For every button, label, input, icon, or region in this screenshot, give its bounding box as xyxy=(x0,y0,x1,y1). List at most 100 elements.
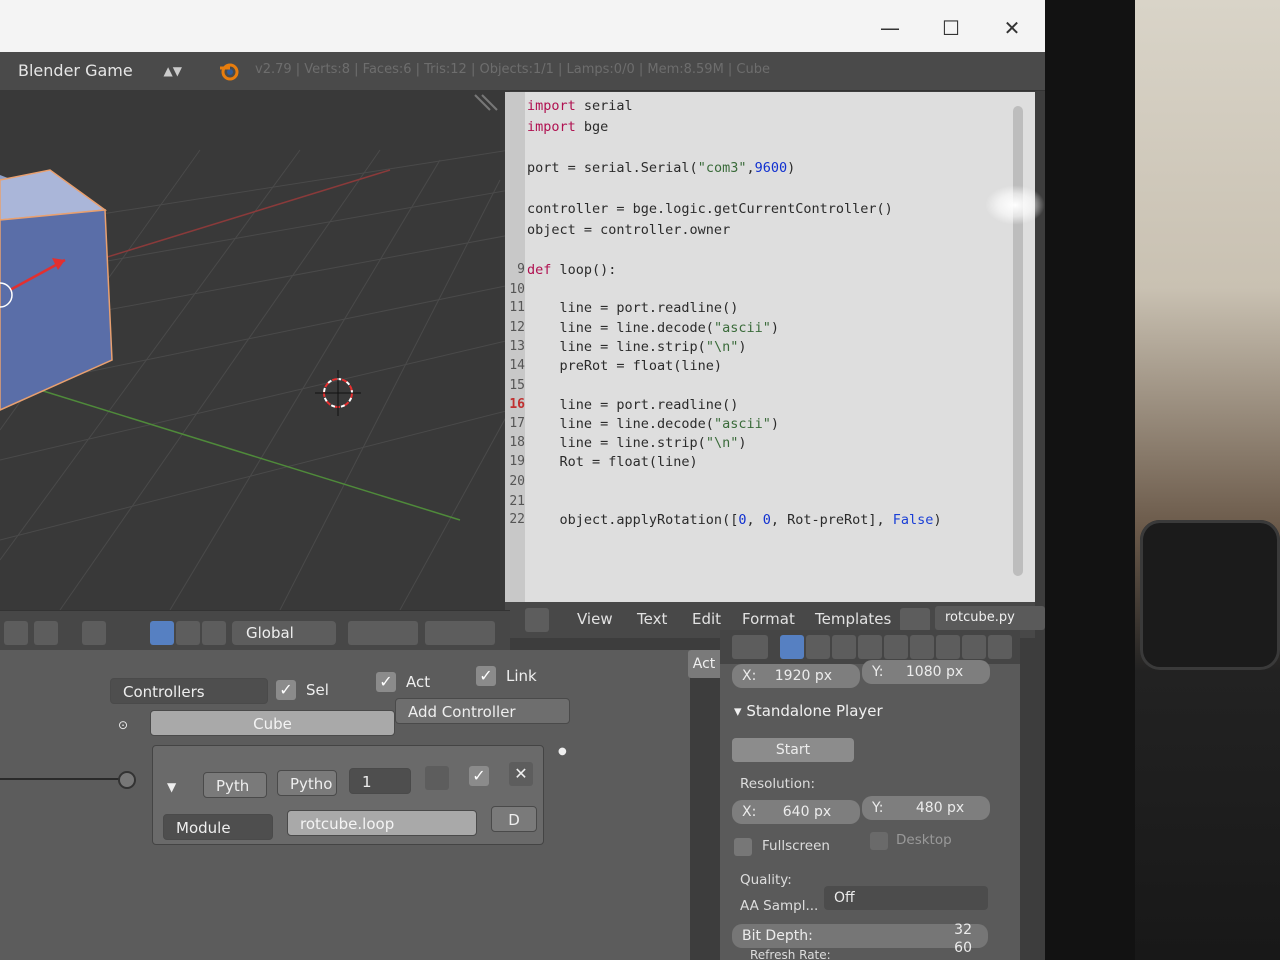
code-line[interactable]: line = line.strip("\n") xyxy=(527,339,747,355)
physics-tab-icon[interactable] xyxy=(988,635,1012,659)
render-res-x-field[interactable]: X: 1920 px xyxy=(732,664,860,688)
win-x-label: X: xyxy=(742,804,757,820)
code-line[interactable]: line = port.readline() xyxy=(527,397,739,413)
controller-type-select[interactable]: Pyth xyxy=(203,772,267,798)
start-button[interactable]: Start xyxy=(732,738,854,762)
collapse-arrow-icon[interactable]: ▼ xyxy=(167,780,176,794)
act-checkbox[interactable]: ✓ xyxy=(376,672,396,692)
link-socket-icon[interactable] xyxy=(118,771,136,789)
code-line[interactable]: line = line.strip("\n") xyxy=(527,435,747,451)
module-field[interactable]: rotcube.loop xyxy=(287,810,477,836)
add-dot-icon: ⊙ xyxy=(118,718,129,732)
text-scrollbar[interactable] xyxy=(1013,106,1023,576)
text-file-name[interactable]: rotcube.py xyxy=(935,606,1045,630)
code-token: line = line.strip( xyxy=(527,435,706,451)
controllers-select[interactable]: Controllers xyxy=(110,678,268,704)
code-line[interactable]: def loop(): xyxy=(527,262,616,278)
code-line[interactable]: import serial xyxy=(527,98,633,114)
menu-format[interactable]: Format xyxy=(742,610,795,628)
manipulator-icon[interactable] xyxy=(82,621,106,645)
code-token: , xyxy=(746,160,755,176)
controller-priority-field[interactable]: 1 xyxy=(349,768,411,794)
code-token: preRot = float(line) xyxy=(527,358,723,374)
bit-depth-field[interactable]: Bit Depth: 32 60 xyxy=(732,922,988,956)
sel-checkbox[interactable]: ✓ xyxy=(276,680,296,700)
render-engine-label: Blender Game xyxy=(18,61,133,80)
fullscreen-checkbox[interactable] xyxy=(734,838,752,856)
menu-text[interactable]: Text xyxy=(637,610,667,628)
object-name-field[interactable]: Cube xyxy=(150,710,395,736)
remove-controller-icon[interactable]: ✕ xyxy=(509,762,533,786)
menu-view[interactable]: View xyxy=(577,610,613,628)
material-tab-icon[interactable] xyxy=(962,635,986,659)
aa-samples-select[interactable]: Off xyxy=(824,886,988,910)
win-y-value: 480 px xyxy=(915,800,965,816)
desktop-label: Desktop xyxy=(896,832,952,848)
state-icon[interactable] xyxy=(425,766,449,790)
scene-tab-icon[interactable] xyxy=(806,635,830,659)
shading-icon[interactable] xyxy=(4,621,28,645)
constraint-tab-icon[interactable] xyxy=(884,635,908,659)
3d-viewport[interactable] xyxy=(0,90,510,610)
add-controller-button[interactable]: Add Controller xyxy=(395,698,570,724)
world-tab-icon[interactable] xyxy=(832,635,856,659)
code-token: ) xyxy=(787,160,796,176)
act-label: Act xyxy=(406,673,431,691)
pivot-icon[interactable] xyxy=(34,621,58,645)
refresh-rate-value: 60 xyxy=(954,940,972,956)
win-res-x-field[interactable]: X: 640 px xyxy=(732,800,860,824)
orientation-select[interactable]: Global xyxy=(232,621,336,645)
code-token: ) xyxy=(738,339,747,355)
desktop-checkbox[interactable] xyxy=(870,832,888,850)
actuators-tab[interactable]: Act xyxy=(688,650,720,678)
render-res-y-field[interactable]: Y: 1080 px xyxy=(862,660,990,684)
menu-templates[interactable]: Templates xyxy=(815,610,891,628)
close-button[interactable]: ✕ xyxy=(997,16,1027,40)
data-tab-icon[interactable] xyxy=(936,635,960,659)
code-line[interactable]: line = port.readline() xyxy=(527,300,739,316)
line-number: 17 xyxy=(509,416,525,431)
code-token: "ascii" xyxy=(713,320,771,336)
line-number: 13 xyxy=(509,339,525,354)
code-line[interactable]: line = line.decode("ascii") xyxy=(527,416,779,432)
line-number: 10 xyxy=(509,282,525,297)
standalone-panel-title[interactable]: ▾ Standalone Player xyxy=(734,702,883,720)
updown-arrow-icon: ▲▼ xyxy=(163,64,182,78)
minimize-button[interactable]: — xyxy=(875,16,905,40)
add-controller-label: Add Controller xyxy=(408,703,516,721)
text-editor[interactable]: import serial import bge port = serial.Ser… xyxy=(505,92,1035,602)
debug-toggle[interactable]: D xyxy=(491,806,537,832)
scale-icon[interactable] xyxy=(202,621,226,645)
scene-stats: v2.79 | Verts:8 | Faces:6 | Tris:12 | Ob… xyxy=(255,62,770,77)
code-line[interactable]: object = controller.owner xyxy=(527,222,730,238)
link-checkbox[interactable]: ✓ xyxy=(476,666,496,686)
code-line[interactable]: Rot = float(line) xyxy=(527,454,698,470)
modifier-tab-icon[interactable] xyxy=(910,635,934,659)
controller-name-field[interactable]: Pytho xyxy=(277,770,337,796)
code-token: ) xyxy=(933,512,942,528)
text-browse-icon[interactable] xyxy=(900,608,930,632)
code-area[interactable]: import serial import bge port = serial.Ser… xyxy=(505,92,1005,602)
code-line[interactable]: line = line.decode("ascii") xyxy=(527,320,779,336)
code-line[interactable]: port = serial.Serial("com3",9600) xyxy=(527,160,795,176)
editor-type-icon[interactable] xyxy=(732,635,768,659)
code-line[interactable]: import bge xyxy=(527,119,608,135)
code-line[interactable]: preRot = float(line) xyxy=(527,358,723,374)
rotate-icon[interactable] xyxy=(176,621,200,645)
render-tab-icon[interactable] xyxy=(780,635,804,659)
maximize-button[interactable]: ☐ xyxy=(936,16,966,40)
python-mode-select[interactable]: Module xyxy=(163,814,273,840)
object-tab-icon[interactable] xyxy=(858,635,882,659)
translate-icon[interactable] xyxy=(150,621,174,645)
code-token: "\n" xyxy=(705,435,739,451)
editor-type-icon[interactable] xyxy=(525,608,549,632)
render-engine-select[interactable]: Blender Game ▲▼ xyxy=(18,58,188,84)
controller-active-checkbox[interactable]: ✓ xyxy=(469,766,489,786)
code-line[interactable]: controller = bge.logic.getCurrentControl… xyxy=(527,201,893,217)
layers-grid-2[interactable] xyxy=(425,621,495,645)
layers-grid-1[interactable] xyxy=(348,621,418,645)
win-res-y-field[interactable]: Y: 480 px xyxy=(862,796,990,820)
code-token: import xyxy=(527,98,576,114)
code-line[interactable]: object.applyRotation([0, 0, Rot-preRot],… xyxy=(527,512,942,528)
menu-edit[interactable]: Edit xyxy=(692,610,721,628)
